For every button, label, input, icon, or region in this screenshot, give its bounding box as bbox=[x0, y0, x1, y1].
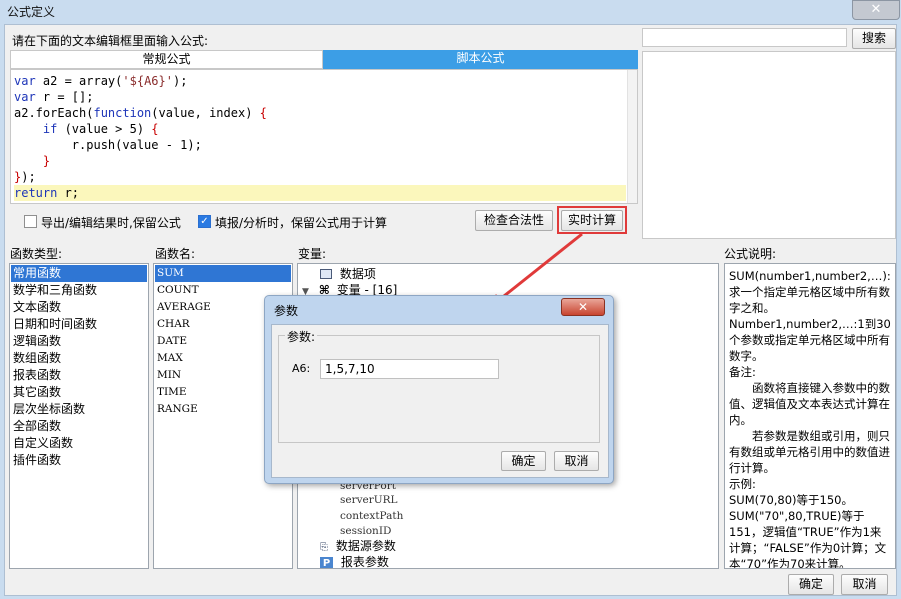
function-type-item[interactable]: 数组函数 bbox=[11, 350, 147, 367]
code-line: if (value > 5) { bbox=[42, 122, 159, 136]
cancel-button[interactable]: 取消 bbox=[841, 574, 888, 595]
window-close-button[interactable]: ✕ bbox=[852, 0, 900, 20]
function-type-item[interactable]: 日期和时间函数 bbox=[11, 316, 147, 333]
export-keep-formula-label: 导出/编辑结果时,保留公式 bbox=[41, 216, 181, 230]
function-type-list: 常用函数 数学和三角函数 文本函数 日期和时间函数 逻辑函数 数组函数 报表函数… bbox=[9, 263, 149, 569]
export-keep-formula-checkbox[interactable] bbox=[24, 215, 37, 228]
function-type-item[interactable]: 数学和三角函数 bbox=[11, 282, 147, 299]
code-line: }); bbox=[14, 170, 36, 184]
function-type-item[interactable]: 层次坐标函数 bbox=[11, 401, 147, 418]
parameter-dialog-client: 参数: A6: 1,5,7,10 确定 取消 bbox=[271, 324, 609, 478]
function-type-item[interactable]: 常用函数 bbox=[11, 265, 147, 282]
tree-node-data-items[interactable]: 数据项 bbox=[320, 266, 376, 282]
function-name-label: 函数名: bbox=[155, 247, 196, 261]
description-label: 公式说明: bbox=[724, 247, 777, 261]
parameter-dialog-close-button[interactable]: ✕ bbox=[561, 298, 605, 316]
description-line: 示例: bbox=[729, 477, 756, 491]
code-line-current: return r; bbox=[14, 185, 626, 201]
editor-scrollbar[interactable] bbox=[627, 70, 637, 203]
tree-node-report-params[interactable]: P 报表参数 bbox=[320, 554, 389, 568]
function-type-item[interactable]: 自定义函数 bbox=[11, 435, 147, 452]
description-line: 函数将直接键入参数中的数值、逻辑值及文本表达式计算在内。 bbox=[729, 381, 890, 427]
editor-prompt: 请在下面的文本编辑框里面输入公式: bbox=[12, 34, 209, 48]
checkmark-icon: ✓ bbox=[200, 216, 209, 227]
description-line: 若参数是数组或引用，则只有数组或单元格引用中的数值进行计算。 bbox=[729, 429, 890, 475]
description-line: 备注: bbox=[729, 365, 756, 379]
parameter-dialog-title: 参数 bbox=[274, 304, 299, 318]
close-icon: ✕ bbox=[577, 300, 589, 314]
code-line: r.push(value - 1); bbox=[14, 138, 202, 152]
search-results bbox=[642, 51, 896, 239]
function-type-item[interactable]: 插件函数 bbox=[11, 452, 147, 469]
function-type-item[interactable]: 逻辑函数 bbox=[11, 333, 147, 350]
search-button[interactable]: 搜索 bbox=[852, 28, 896, 49]
search-input[interactable] bbox=[642, 28, 847, 47]
function-type-item[interactable]: 文本函数 bbox=[11, 299, 147, 316]
parameter-name-label: A6: bbox=[292, 362, 311, 375]
close-icon: ✕ bbox=[870, 2, 882, 17]
tab-script-formula[interactable]: 脚本公式 bbox=[323, 50, 638, 69]
function-type-item[interactable]: 报表函数 bbox=[11, 367, 147, 384]
parameter-icon: P bbox=[320, 557, 333, 568]
parameter-group-label: 参数: bbox=[285, 328, 318, 345]
fill-keep-formula-label: 填报/分析时，保留公式用于计算 bbox=[215, 216, 388, 230]
description-line: SUM(70,80)等于150。 bbox=[729, 493, 853, 507]
code-line: a2.forEach(function(value, index) { bbox=[14, 106, 267, 120]
description-line: SUM("70",80,TRUE)等于151，逻辑值“TRUE”作为1来计算；“… bbox=[729, 509, 887, 569]
annotation-arrow-line bbox=[493, 232, 583, 306]
fill-keep-formula-checkbox[interactable]: ✓ bbox=[198, 215, 211, 228]
description-line: SUM(number1,number2,…): 求一个指定单元格区域中所有数字之… bbox=[729, 269, 891, 315]
parameter-cancel-button[interactable]: 取消 bbox=[554, 451, 599, 471]
code-line: } bbox=[42, 154, 51, 168]
code-line: var a2 = array('${A6}'); bbox=[14, 74, 188, 88]
function-name-item[interactable]: SUM bbox=[155, 265, 291, 282]
tree-node-server-item[interactable]: contextPath bbox=[340, 508, 403, 524]
code-line: var r = []; bbox=[14, 90, 94, 104]
tree-node-datasource-params[interactable]: ⎘ 数据源参数 bbox=[320, 538, 396, 554]
description-line: Number1,number2,…:1到30个参数或指定单元格区域中所有数字。 bbox=[729, 317, 891, 363]
function-type-item[interactable]: 其它函数 bbox=[11, 384, 147, 401]
title-bar bbox=[0, 0, 901, 24]
tree-node-server-item[interactable]: sessionID bbox=[340, 523, 391, 539]
tab-normal-formula[interactable]: 常规公式 bbox=[10, 50, 323, 69]
function-type-label: 函数类型: bbox=[10, 247, 63, 261]
variables-label: 变量: bbox=[298, 247, 327, 261]
tree-node-server-item[interactable]: serverURL bbox=[340, 492, 398, 508]
parameter-group: 参数: A6: 1,5,7,10 bbox=[278, 328, 600, 443]
function-type-item[interactable]: 全部函数 bbox=[11, 418, 147, 435]
datasource-icon: ⎘ bbox=[320, 542, 328, 553]
parameter-value-input[interactable]: 1,5,7,10 bbox=[320, 359, 499, 379]
ok-button[interactable]: 确定 bbox=[788, 574, 834, 595]
window-title: 公式定义 bbox=[7, 5, 56, 19]
parameter-ok-button[interactable]: 确定 bbox=[501, 451, 546, 471]
formula-description: SUM(number1,number2,…): 求一个指定单元格区域中所有数字之… bbox=[724, 263, 896, 569]
parameter-dialog: 参数 ✕ 参数: A6: 1,5,7,10 确定 取消 bbox=[264, 295, 614, 484]
table-icon bbox=[320, 269, 332, 279]
formula-editor[interactable]: var a2 = array('${A6}'); var r = []; a2.… bbox=[10, 69, 638, 204]
